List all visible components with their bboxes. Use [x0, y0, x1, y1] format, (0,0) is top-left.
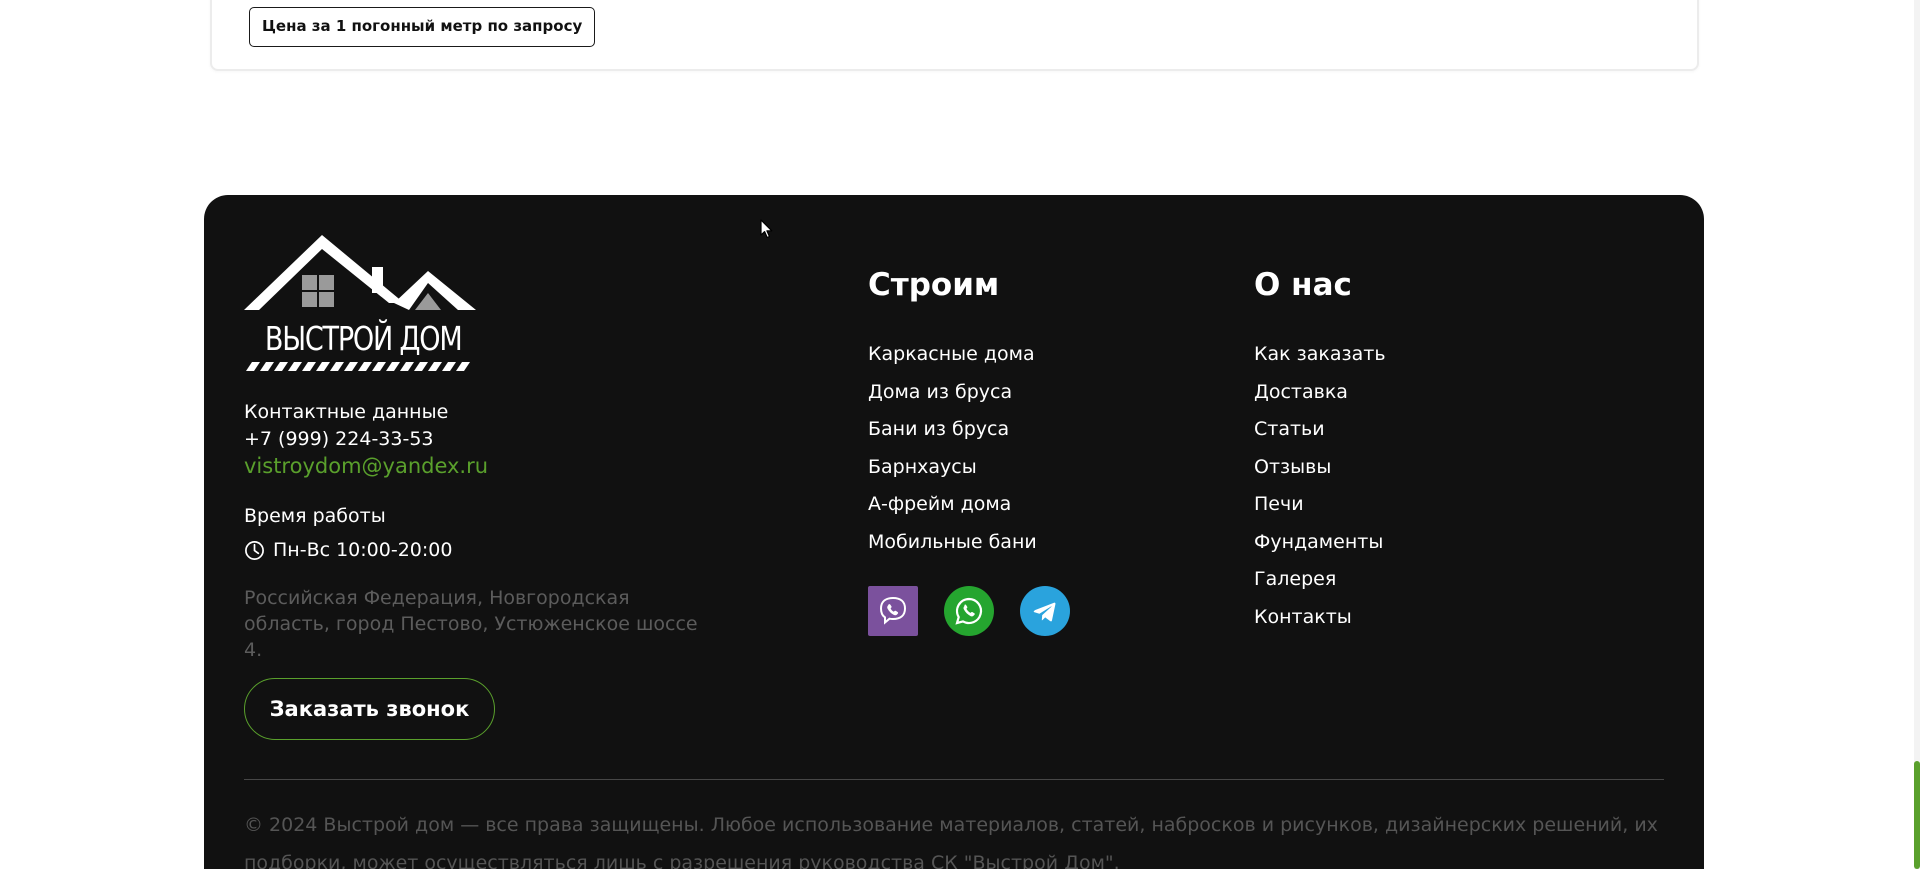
telegram-icon [1033, 602, 1056, 622]
footer-link-stoves[interactable]: Печи [1254, 493, 1386, 531]
order-callback-button[interactable]: Заказать звонок [244, 678, 495, 740]
page: Цена за 1 погонный метр по запросу ВЫСТР… [0, 0, 1920, 869]
company-address: Российская Федерация, Новгородская облас… [244, 587, 698, 661]
footer-link-delivery[interactable]: Доставка [1254, 381, 1386, 419]
footer-link-contacts[interactable]: Контакты [1254, 606, 1386, 644]
viber-link[interactable] [868, 586, 918, 636]
copyright-text: © 2024 Выстрой дом — все права защищены.… [244, 814, 1658, 869]
footer-link-how-to-order[interactable]: Как заказать [1254, 343, 1386, 381]
scrollbar-thumb[interactable] [1914, 761, 1920, 869]
social-links [868, 586, 1070, 636]
footer-link-barnhouses[interactable]: Барнхаусы [868, 456, 1037, 494]
footer-link-reviews[interactable]: Отзывы [1254, 456, 1386, 494]
contact-email-link[interactable]: vistroydom@yandex.ru [244, 454, 488, 478]
contacts-title: Контактные данные [244, 401, 449, 423]
footer-link-timber-houses[interactable]: Дома из бруса [868, 381, 1037, 419]
viber-icon [879, 596, 907, 625]
logo-text: ВЫСТРОЙ ДОМ [264, 319, 463, 358]
footer-link-foundations[interactable]: Фундаменты [1254, 531, 1386, 569]
working-hours-value: Пн-Вс 10:00-20:00 [273, 539, 453, 561]
working-hours: Пн-Вс 10:00-20:00 [244, 538, 452, 562]
telegram-link[interactable] [1020, 586, 1070, 636]
footer-link-a-frame-houses[interactable]: А-фрейм дома [868, 493, 1037, 531]
price-on-request-badge[interactable]: Цена за 1 погонный метр по запросу [249, 7, 596, 47]
company-logo[interactable]: ВЫСТРОЙ ДОМ [244, 235, 476, 371]
whatsapp-icon [955, 597, 983, 625]
mouse-cursor-icon [760, 219, 773, 239]
footer-link-timber-saunas[interactable]: Бани из бруса [868, 418, 1037, 456]
footer-link-gallery[interactable]: Галерея [1254, 568, 1386, 606]
clock-icon [245, 540, 264, 560]
build-links-list: Каркасные дома Дома из бруса Бани из бру… [868, 343, 1037, 568]
contact-phone-link[interactable]: +7 (999) 224-33-53 [244, 428, 434, 450]
footer-link-mobile-saunas[interactable]: Мобильные бани [868, 531, 1037, 569]
footer-divider [244, 779, 1664, 780]
about-column-title: О нас [1254, 267, 1352, 303]
page-scrollbar[interactable] [1914, 0, 1920, 869]
footer-link-articles[interactable]: Статьи [1254, 418, 1386, 456]
about-links-list: Как заказать Доставка Статьи Отзывы Печи… [1254, 343, 1386, 643]
footer-link-frame-houses[interactable]: Каркасные дома [868, 343, 1037, 381]
site-footer: ВЫСТРОЙ ДОМ Контактные данные +7 (999) 2… [204, 195, 1704, 869]
build-column-title: Строим [868, 267, 1000, 303]
whatsapp-link[interactable] [944, 586, 994, 636]
hours-title: Время работы [244, 505, 386, 527]
